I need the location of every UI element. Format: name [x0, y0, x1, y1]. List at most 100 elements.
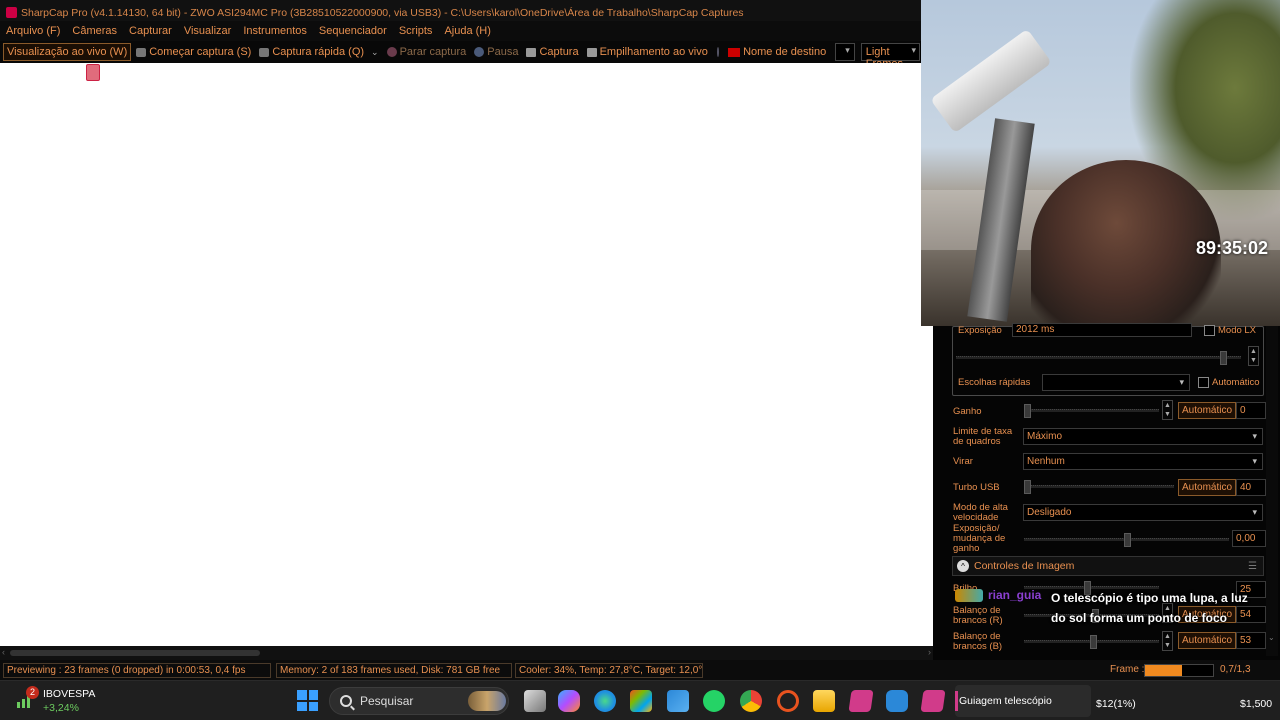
ibovespa-widget[interactable]: 2 IBOVESPA +3,24% [16, 686, 116, 716]
usb-turbo-auto-button[interactable]: Automático [1178, 479, 1237, 496]
start-capture-label: Começar captura (S) [149, 46, 252, 58]
active-taskbar-app[interactable]: Guiagem telescópio [955, 685, 1091, 717]
store-icon[interactable] [630, 690, 652, 712]
gain-label: Ganho [953, 406, 982, 417]
chat-badge-icon [955, 589, 983, 602]
task-view-icon[interactable] [524, 690, 546, 712]
quick-capture-label: Captura rápida (Q) [272, 46, 365, 58]
camera-icon [136, 47, 147, 57]
wb-blue-slider[interactable] [1024, 635, 1159, 649]
preview-status: Previewing : 23 frames (0 dropped) in 0:… [3, 663, 271, 678]
circle-icon[interactable] [716, 47, 720, 57]
overlay-marker-icon [86, 64, 100, 81]
snapshot-icon [526, 47, 537, 57]
live-view-button[interactable]: Visualização ao vivo (W) [3, 43, 132, 61]
taskbar-search[interactable]: Pesquisar [329, 687, 509, 715]
gain-auto-button[interactable]: Automático [1178, 402, 1237, 419]
webcam-overlay: 89:35:02 [921, 0, 1280, 326]
usb-turbo-label: Turbo USB [953, 482, 1000, 493]
wb-blue-label: Balanço de brancos (B) [953, 631, 1003, 652]
frame-rate-limit-select[interactable]: Máximo [1023, 428, 1263, 445]
start-capture-button[interactable]: Começar captura (S) [133, 46, 254, 58]
menu-sequencer[interactable]: Sequenciador [313, 25, 393, 37]
exposure-slider-knob[interactable] [1220, 351, 1227, 365]
high-speed-select[interactable]: Desligado [1023, 504, 1263, 521]
frame-value: 0,7/1,3 [1220, 664, 1251, 675]
gain-spinner[interactable]: ▲ ▼ [1162, 400, 1173, 420]
sharpcap-app-icon [6, 7, 17, 18]
app-pink-icon[interactable] [848, 690, 874, 712]
panel-vertical-scrollbar[interactable]: ⌄ [1266, 326, 1278, 656]
scrollbar-thumb[interactable] [10, 650, 260, 656]
horizontal-scrollbar[interactable]: ‹ › [0, 646, 933, 660]
snapshot-button[interactable]: Captura [523, 46, 581, 58]
live-stack-label: Empilhamento ao vivo [599, 46, 708, 58]
snapshot-label: Captura [539, 46, 579, 58]
menu-cameras[interactable]: Câmeras [66, 25, 123, 37]
target-name-select[interactable] [835, 43, 855, 61]
menu-view[interactable]: Visualizar [178, 25, 238, 37]
live-stack-button[interactable]: Empilhamento ao vivo [584, 46, 711, 58]
stop-icon [386, 47, 397, 57]
exposure-input[interactable]: 2012 ms [1012, 323, 1192, 337]
app-blue-icon[interactable] [886, 690, 908, 712]
wb-blue-value[interactable]: 53 [1236, 632, 1266, 649]
camera-preview[interactable] [0, 63, 933, 646]
chevron-down-icon[interactable]: ⌄ [371, 47, 379, 58]
frame-rate-limit-label: Limite de taxa de quadros [953, 426, 1013, 447]
gain-value[interactable]: 0 [1236, 402, 1266, 419]
quick-picks-select[interactable] [1042, 374, 1190, 391]
menu-scripts[interactable]: Scripts [393, 25, 439, 37]
menu-file[interactable]: Arquivo (F) [0, 25, 66, 37]
chat-username: rian_guia [988, 588, 1042, 602]
collapse-icon[interactable]: ^ [957, 560, 969, 572]
live-view-label: Visualização ao vivo (W) [7, 46, 128, 58]
usb-turbo-slider[interactable] [1024, 480, 1174, 494]
frame-label: Frame : [1110, 664, 1145, 675]
exposure-slider[interactable] [956, 351, 1241, 365]
notification-badge: 2 [26, 686, 39, 699]
app-pink-active-icon[interactable] [920, 690, 946, 712]
edge-icon[interactable] [594, 690, 616, 712]
balance-label: $1,500 [1240, 698, 1273, 710]
wb-blue-auto-button[interactable]: Automático [1178, 632, 1237, 649]
gain-slider-knob[interactable] [1024, 404, 1031, 418]
quick-capture-button[interactable]: Captura rápida (Q) ⌄ [256, 46, 381, 58]
wb-blue-slider-knob[interactable] [1090, 635, 1097, 649]
image-controls-header[interactable]: ^ Controles de Imagem ☰ [952, 556, 1264, 576]
chrome-icon[interactable] [740, 690, 762, 712]
copilot-icon[interactable] [558, 690, 580, 712]
whatsapp-icon[interactable] [703, 690, 725, 712]
menu-capture[interactable]: Capturar [123, 25, 178, 37]
menu-help[interactable]: Ajuda (H) [438, 25, 496, 37]
opera-icon[interactable] [777, 690, 799, 712]
exposure-gain-change-knob[interactable] [1124, 533, 1131, 547]
scroll-down-icon[interactable]: ⌄ [1268, 633, 1275, 642]
exposure-gain-change-slider[interactable] [1024, 533, 1229, 547]
pause-button[interactable]: Pausa [471, 46, 521, 58]
windows-start-icon[interactable] [297, 690, 318, 711]
stop-capture-button[interactable]: Parar captura [384, 46, 470, 58]
lx-mode-checkbox[interactable] [1204, 325, 1215, 336]
scroll-left-icon[interactable]: ‹ [2, 647, 5, 657]
exposure-auto-checkbox[interactable] [1198, 377, 1209, 388]
usb-turbo-value[interactable]: 40 [1236, 479, 1266, 496]
cooler-status: Cooler: 34%, Temp: 27,8°C, Target: 12,0°… [515, 663, 703, 678]
widget-change: +3,24% [43, 702, 79, 714]
wb-blue-spinner[interactable]: ▲ ▼ [1162, 631, 1173, 651]
app-cube-icon[interactable] [667, 690, 689, 712]
menu-icon[interactable]: ☰ [1248, 561, 1257, 572]
file-explorer-icon[interactable] [813, 690, 835, 712]
price-label: $12(1%) [1096, 698, 1136, 710]
target-name-button[interactable]: Nome de destino [725, 46, 829, 58]
frame-type-select[interactable]: Light Frames [860, 43, 920, 70]
usb-turbo-slider-knob[interactable] [1024, 480, 1031, 494]
exposure-gain-change-value[interactable]: 0,00 [1232, 530, 1266, 547]
menu-tools[interactable]: Instrumentos [237, 25, 313, 37]
webcam-telescope [930, 28, 1052, 134]
gain-slider[interactable] [1024, 404, 1159, 418]
flip-select[interactable]: Nenhum [1023, 453, 1263, 470]
scroll-right-icon[interactable]: › [928, 647, 931, 657]
exposure-spinner[interactable]: ▲ ▼ [1248, 346, 1259, 366]
search-placeholder: Pesquisar [360, 694, 414, 708]
